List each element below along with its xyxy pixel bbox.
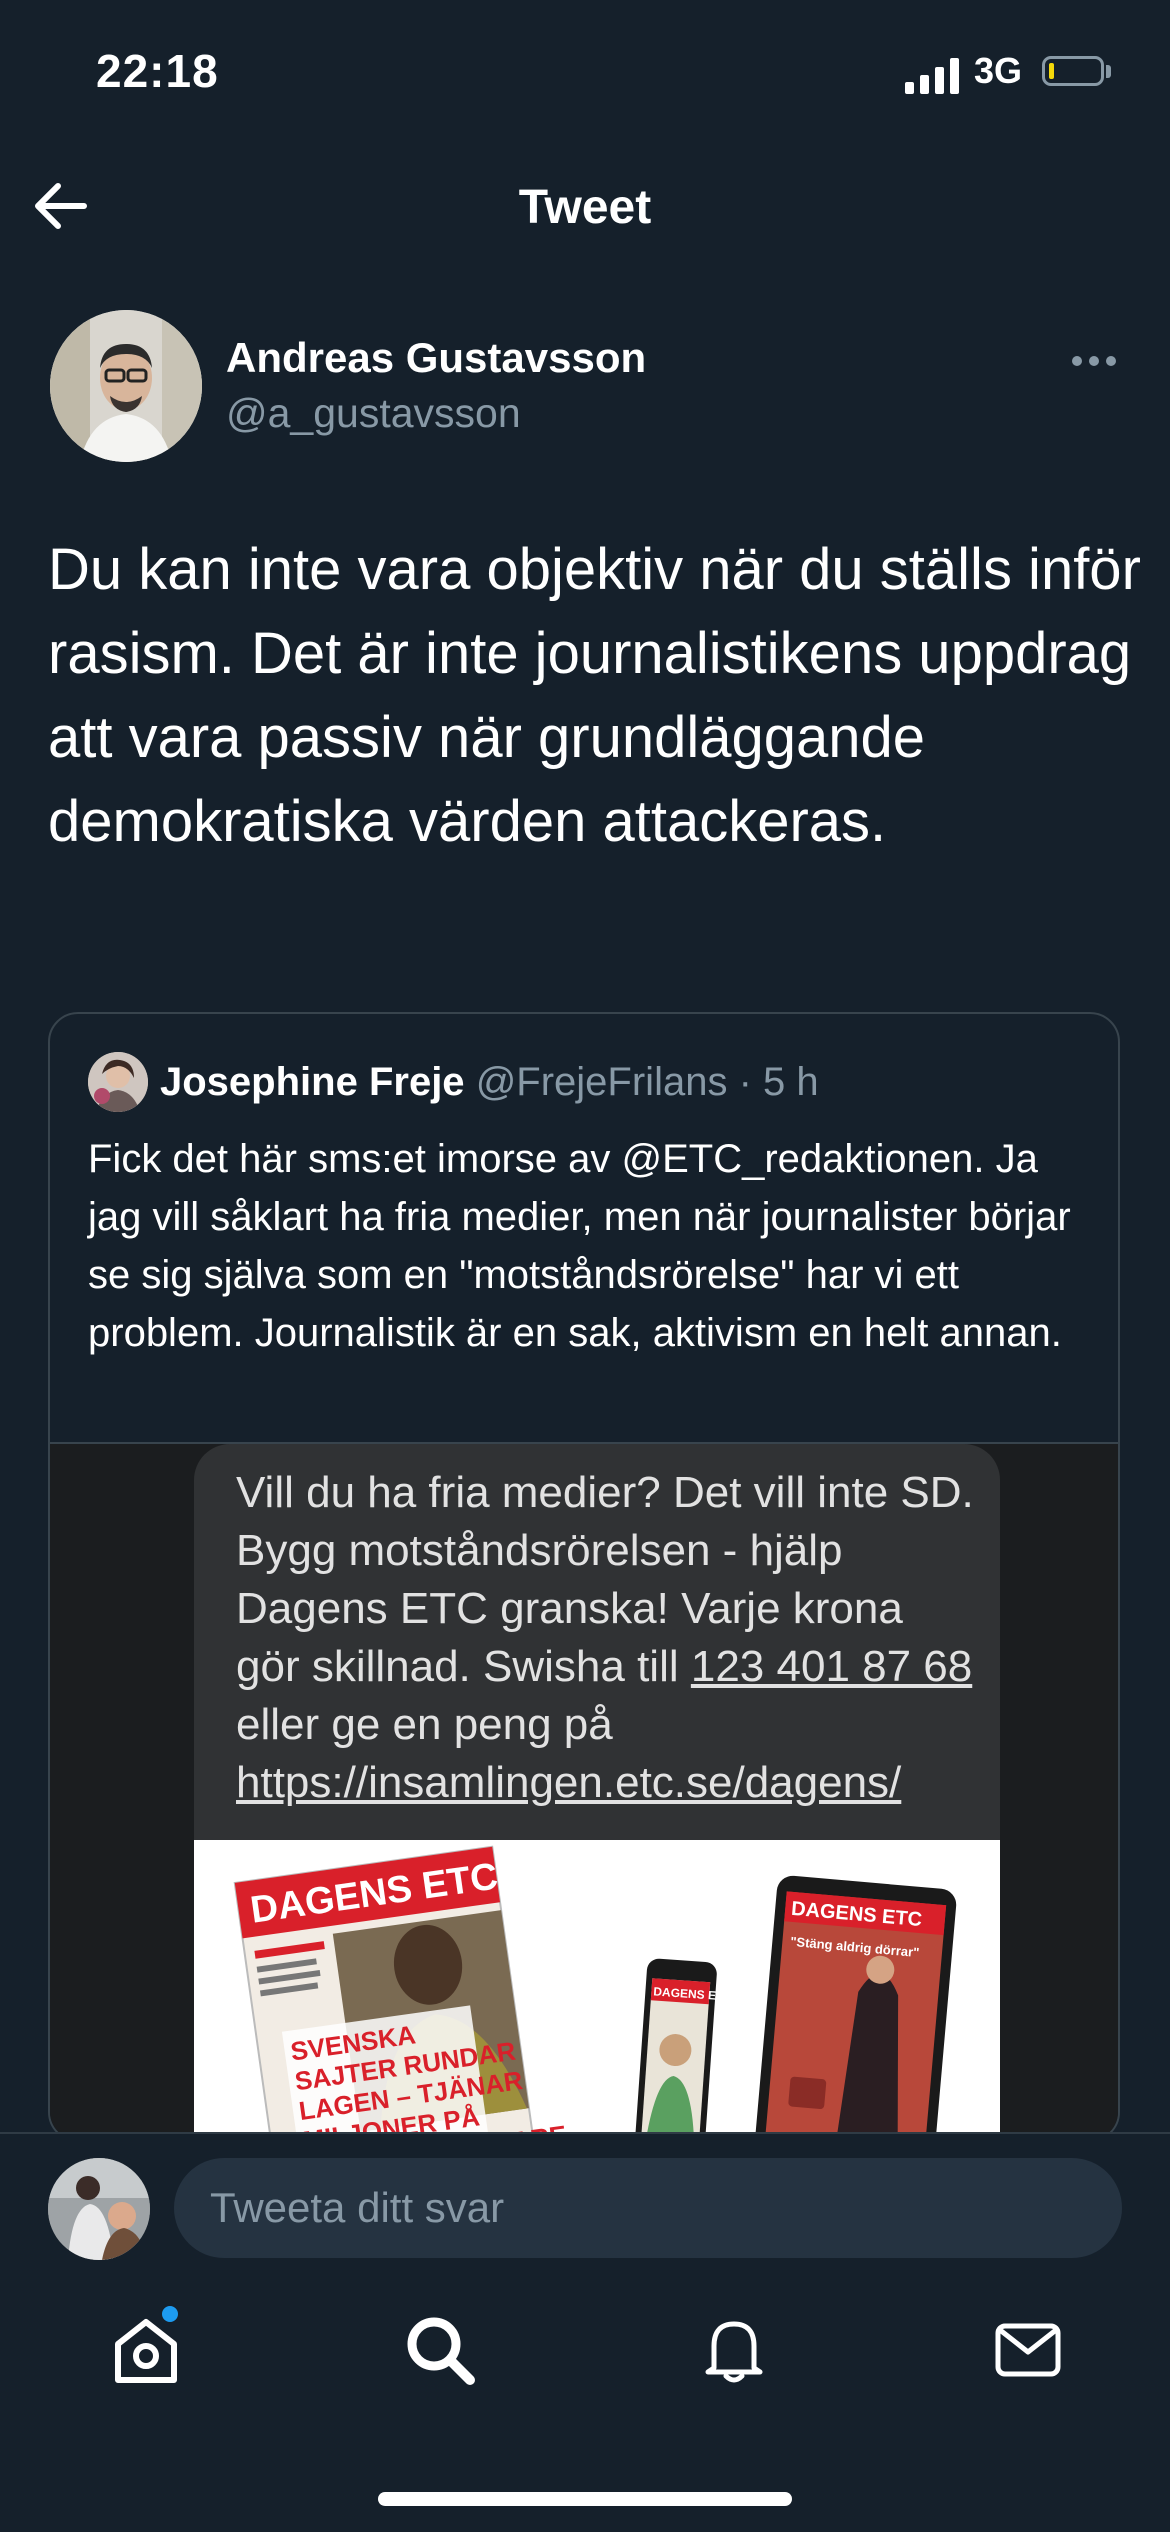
dagens-etc-ad-image: DAGENS ETC SVENSKA SAJTER RUNDAR LAGEN –… <box>194 1840 1000 2140</box>
home-notification-dot <box>162 2306 178 2322</box>
quote-header: Josephine Freje @FrejeFrilans · 5 h <box>160 1060 819 1105</box>
avatar-photo <box>88 1052 148 1112</box>
search-icon <box>407 2317 475 2385</box>
more-horizontal-icon[interactable] <box>1072 356 1116 366</box>
sms-screenshot: Vill du ha fria medier? Det vill inte SD… <box>194 1444 1000 1840</box>
tab-messages[interactable] <box>988 2310 1068 2390</box>
quote-media[interactable]: Vill du ha fria medier? Det vill inte SD… <box>50 1442 1118 2140</box>
battery-tip <box>1106 65 1111 78</box>
signal-icon <box>905 56 961 94</box>
status-time: 22:18 <box>96 45 219 97</box>
quoted-tweet[interactable]: Josephine Freje @FrejeFrilans · 5 h Fick… <box>48 1012 1120 2142</box>
sms-text: Vill du ha fria medier? Det vill inte SD… <box>236 1464 976 1812</box>
avatar-photo <box>48 2158 150 2260</box>
tab-notifications[interactable] <box>694 2310 774 2390</box>
sms-line-2: eller ge en peng på <box>236 1700 613 1749</box>
home-icon <box>115 2319 177 2383</box>
tweet-text: Du kan inte vara objektiv när du ställs … <box>48 537 1141 854</box>
quote-time: · 5 h <box>738 1060 819 1104</box>
quote-author-name: Josephine Freje <box>160 1060 465 1104</box>
sms-number: 123 401 87 68 <box>690 1642 973 1691</box>
page-title: Tweet <box>518 181 652 234</box>
author-handle[interactable]: @a_gustavsson <box>226 390 521 437</box>
tab-search[interactable] <box>400 2310 480 2390</box>
sms-link: https://insamlingen.etc.se/dagens/ <box>236 1758 902 1807</box>
quote-text: Fick det här sms:et imorse av @ETC_redak… <box>88 1137 1071 1355</box>
newspaper-ad-graphic: DAGENS ETC SVENSKA SAJTER RUNDAR LAGEN –… <box>194 1840 1000 2140</box>
home-indicator[interactable] <box>378 2492 792 2506</box>
reply-input[interactable]: Tweeta ditt svar <box>174 2158 1122 2258</box>
tab-home[interactable] <box>106 2310 186 2390</box>
messages-icon <box>995 2323 1061 2377</box>
author-avatar[interactable] <box>50 310 202 462</box>
quote-author-avatar <box>88 1052 148 1112</box>
author-name[interactable]: Andreas Gustavsson <box>226 334 646 382</box>
battery-icon <box>1042 56 1104 86</box>
quote-author-handle: @FrejeFrilans <box>475 1060 728 1104</box>
notifications-icon <box>705 2321 763 2383</box>
avatar-photo <box>50 310 202 462</box>
network-label: 3G <box>974 50 1023 91</box>
user-avatar[interactable] <box>48 2158 150 2260</box>
